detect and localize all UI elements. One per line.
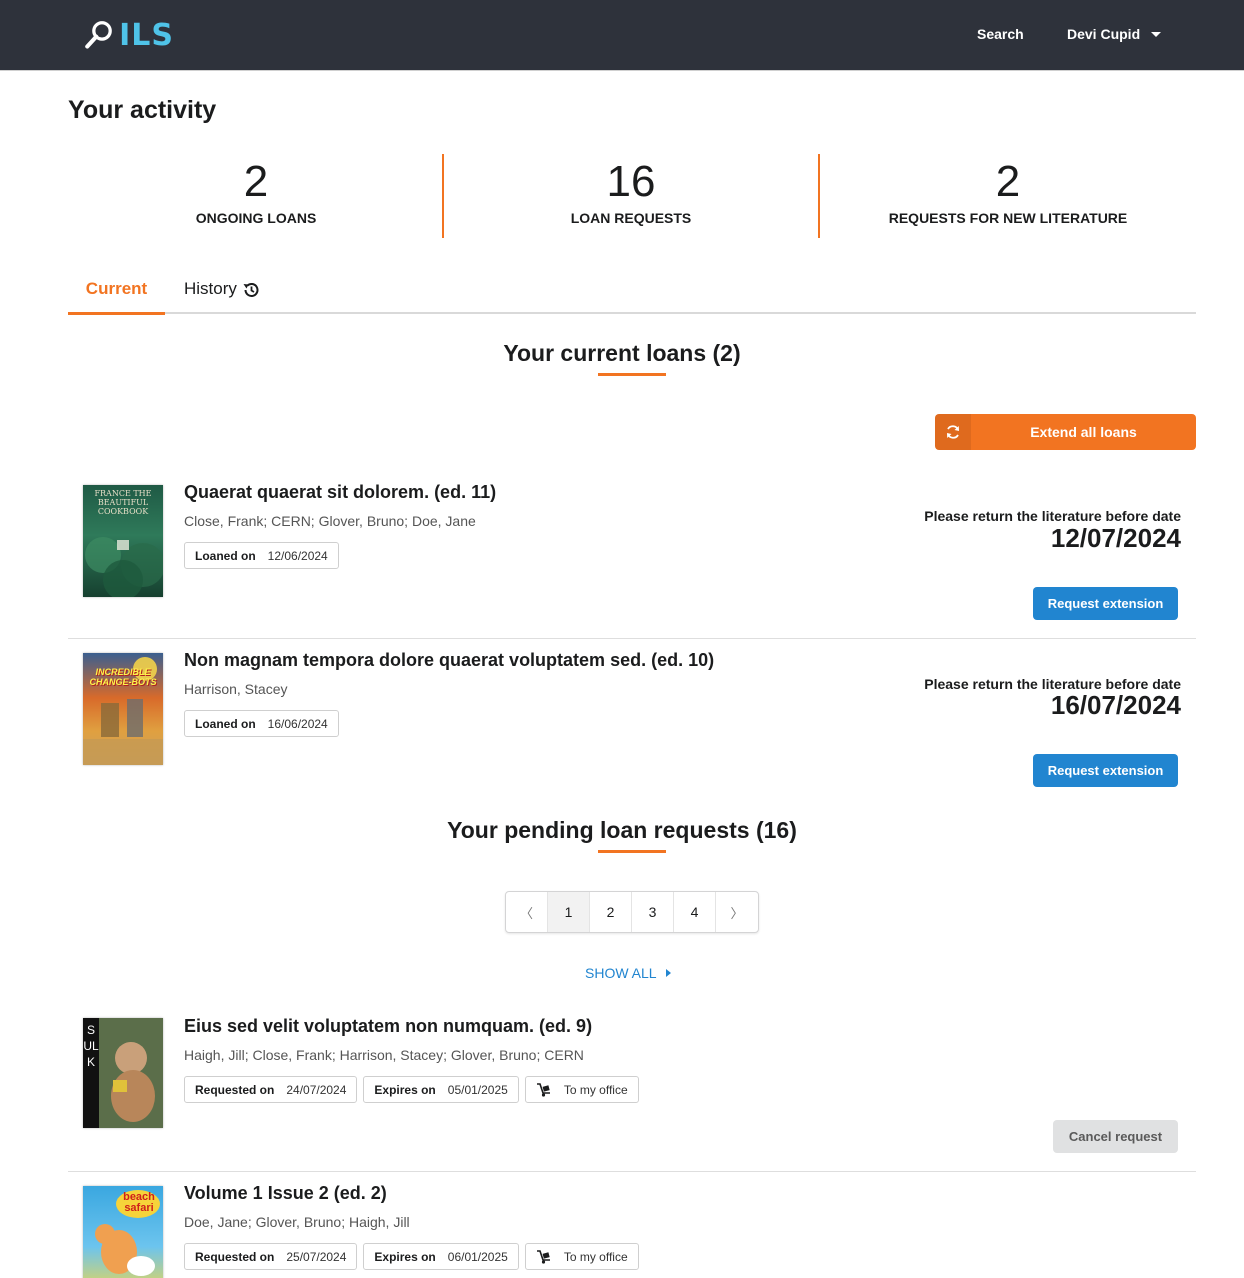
stat-label: ONGOING LOANS <box>195 210 317 226</box>
cover-text: beach safari <box>123 1191 155 1214</box>
tab-history-label: History <box>184 279 237 298</box>
pagination-page-1[interactable]: 1 <box>548 892 590 932</box>
dolly-icon <box>536 1249 550 1264</box>
pagination-prev[interactable]: 〈 <box>506 892 548 932</box>
page-title: Your activity <box>68 96 217 124</box>
loaned-on-tag: Loaned on 16/06/2024 <box>184 710 339 737</box>
item-divider <box>68 638 1196 639</box>
loan-item: FRANCE THE BEAUTIFUL COOKBOOK Quaerat qu… <box>68 476 1196 636</box>
tag-value: To my office <box>563 1082 628 1097</box>
due-date-label: Please return the literature before date <box>924 508 1181 524</box>
cover-text: SULK <box>83 1023 99 1069</box>
section-underline <box>598 850 666 853</box>
request-extension-button[interactable]: Request extension <box>1033 587 1178 620</box>
item-title[interactable]: Non magnam tempora dolore quaerat volupt… <box>184 650 714 671</box>
top-navbar: ILS Search Devi Cupid <box>0 0 1244 71</box>
refresh-icon <box>935 414 971 450</box>
pagination-page-2[interactable]: 2 <box>590 892 632 932</box>
item-authors: Close, Frank; CERN; Glover, Bruno; Doe, … <box>184 513 476 529</box>
caret-right-icon <box>665 969 671 977</box>
tab-history[interactable]: History <box>184 270 260 314</box>
stat-ongoing-loans: 2 ONGOING LOANS <box>68 156 444 226</box>
delivery-tag: To my office <box>524 1243 639 1270</box>
pagination-next[interactable]: 〉 <box>716 892 758 932</box>
tag-label: Loaned on <box>195 548 256 563</box>
book-cover[interactable]: SULK <box>83 1018 163 1128</box>
tag-label: Requested on <box>195 1082 275 1097</box>
item-authors: Harrison, Stacey <box>184 681 288 697</box>
loan-item: INCREDIBLE CHANGE-BOTS Non magnam tempor… <box>68 644 1196 804</box>
book-cover[interactable]: FRANCE THE BEAUTIFUL COOKBOOK <box>83 485 163 597</box>
delivery-tag: To my office <box>524 1076 639 1103</box>
pagination-page-3[interactable]: 3 <box>632 892 674 932</box>
magnifier-logo-icon <box>85 21 112 49</box>
nav-search-link[interactable]: Search <box>977 26 1024 42</box>
expires-on-tag: Expires on 06/01/2025 <box>363 1243 519 1270</box>
show-all-link[interactable]: SHOW ALL <box>585 965 671 981</box>
tag-value: 05/01/2025 <box>447 1082 508 1097</box>
cancel-request-button[interactable]: Cancel request <box>1053 1120 1178 1153</box>
tag-value: 12/06/2024 <box>267 548 328 563</box>
tag-label: Expires on <box>374 1249 436 1264</box>
request-item: SULK Eius sed velit voluptatem non numqu… <box>68 1010 1196 1170</box>
due-date-value: 12/07/2024 <box>1050 523 1181 553</box>
extend-all-label: Extend all loans <box>1030 424 1137 440</box>
tab-current[interactable]: Current <box>68 270 165 315</box>
expires-on-tag: Expires on 05/01/2025 <box>363 1076 519 1103</box>
tag-label: Expires on <box>374 1082 436 1097</box>
show-all-label: SHOW ALL <box>585 965 657 981</box>
item-labels: Loaned on 12/06/2024 <box>184 542 339 569</box>
stat-value: 16 <box>606 157 656 206</box>
tag-value: 25/07/2024 <box>286 1249 347 1264</box>
request-extension-button[interactable]: Request extension <box>1033 754 1178 787</box>
history-icon <box>243 283 259 297</box>
stat-value: 2 <box>243 157 269 206</box>
requested-on-tag: Requested on 24/07/2024 <box>184 1076 358 1103</box>
cover-text: INCREDIBLE CHANGE-BOTS <box>89 667 157 687</box>
request-item: beach safari Volume 1 Issue 2 (ed. 2) Do… <box>68 1177 1196 1278</box>
pagination: 〈 1 2 3 4 〉 <box>505 891 759 933</box>
tag-label: Loaned on <box>195 716 256 731</box>
user-name: Devi Cupid <box>1067 26 1141 42</box>
item-authors: Doe, Jane; Glover, Bruno; Haigh, Jill <box>184 1214 410 1230</box>
item-title[interactable]: Volume 1 Issue 2 (ed. 2) <box>184 1183 387 1204</box>
item-labels: Requested on 25/07/2024 Expires on 06/01… <box>184 1243 639 1270</box>
ils-logo[interactable]: ILS <box>84 15 174 55</box>
book-cover[interactable]: beach safari <box>83 1186 163 1278</box>
extend-all-loans-button[interactable]: Extend all loans <box>935 414 1196 450</box>
stat-loan-requests: 16 LOAN REQUESTS <box>443 156 819 226</box>
tag-value: 06/01/2025 <box>447 1249 508 1264</box>
dolly-icon <box>536 1082 550 1097</box>
item-divider <box>68 1171 1196 1172</box>
stat-literature-requests: 2 REQUESTS FOR NEW LITERATURE <box>820 156 1196 226</box>
caret-down-icon <box>1151 31 1162 37</box>
requested-on-tag: Requested on 25/07/2024 <box>184 1243 358 1270</box>
logo-text: ILS <box>119 17 174 53</box>
item-labels: Requested on 24/07/2024 Expires on 05/01… <box>184 1076 639 1103</box>
current-loans-title: Your current loans (2) <box>503 340 741 366</box>
item-title[interactable]: Eius sed velit voluptatem non numquam. (… <box>184 1016 592 1037</box>
stat-label: REQUESTS FOR NEW LITERATURE <box>888 210 1128 226</box>
pagination-page-4[interactable]: 4 <box>674 892 716 932</box>
item-labels: Loaned on 16/06/2024 <box>184 710 339 737</box>
pending-requests-title: Your pending loan requests (16) <box>447 817 797 843</box>
tag-value: To my office <box>563 1249 628 1264</box>
tag-label: Requested on <box>195 1249 275 1264</box>
stat-value: 2 <box>995 157 1021 206</box>
book-cover[interactable]: INCREDIBLE CHANGE-BOTS <box>83 653 163 765</box>
section-underline <box>598 373 666 376</box>
cover-text: FRANCE THE BEAUTIFUL COOKBOOK <box>94 489 152 516</box>
tag-value: 24/07/2024 <box>286 1082 347 1097</box>
due-date-value: 16/07/2024 <box>1050 690 1181 720</box>
tag-value: 16/06/2024 <box>267 716 328 731</box>
item-authors: Haigh, Jill; Close, Frank; Harrison, Sta… <box>184 1047 584 1063</box>
loaned-on-tag: Loaned on 12/06/2024 <box>184 542 339 569</box>
stat-label: LOAN REQUESTS <box>570 210 692 226</box>
user-menu-dropdown[interactable]: Devi Cupid <box>1067 26 1162 42</box>
activity-tabs: Current History <box>68 270 1196 315</box>
item-title[interactable]: Quaerat quaerat sit dolorem. (ed. 11) <box>184 482 496 503</box>
